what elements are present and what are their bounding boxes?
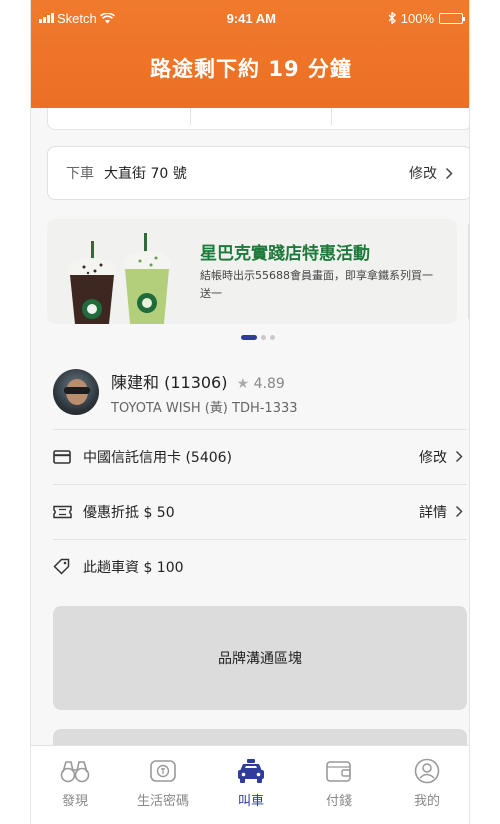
tab-profile-label: 我的 (413, 794, 440, 809)
edit-payment-label: 修改 (419, 449, 447, 466)
tab-profile[interactable]: 我的 (383, 746, 469, 824)
coupon-row[interactable]: 優惠折抵 $ 50 詳情 (53, 484, 467, 538)
app-header: Sketch 9:41 AM 100% 路途剩下約 19 分鐘 (31, 0, 469, 108)
destination-label: 下車 (66, 166, 94, 182)
ticket-icon (150, 760, 176, 782)
wifi-icon (99, 12, 115, 23)
edit-payment-button[interactable]: 修改 (419, 447, 463, 467)
credit-card-icon (53, 449, 71, 464)
status-time: 9:41 AM (226, 10, 276, 26)
destination-card[interactable]: 下車 大直街 70 號 修改 (47, 146, 469, 200)
chevron-right-icon (455, 505, 463, 518)
promo-banner[interactable]: 星巴克實踐店特惠活動 結帳時出示55688會員畫面，即享拿鐵系列買一送一 (47, 219, 457, 324)
coupon-details-label: 詳情 (419, 504, 447, 521)
tab-bar: 發現 生活密碼 叫車 付錢 我的 (31, 745, 469, 824)
driver-avatar (53, 369, 99, 415)
destination-address: 大直街 70 號 (104, 166, 187, 182)
edit-destination-button[interactable]: 修改 (409, 163, 453, 183)
tab-life-code[interactable]: 生活密碼 (119, 746, 207, 824)
tab-call-car[interactable]: 叫車 (207, 746, 295, 824)
tab-call-car-label: 叫車 (237, 794, 264, 809)
battery-icon (439, 12, 465, 24)
wallet-icon (326, 761, 351, 782)
promo-title: 星巴克實踐店特惠活動 (200, 244, 370, 264)
page-title: 路途剩下約 19 分鐘 (150, 57, 352, 81)
brand-block-label: 品牌溝通區塊 (218, 651, 302, 667)
tab-pay-label: 付錢 (325, 794, 352, 809)
carousel-dot-active (241, 335, 257, 340)
carousel-dot (261, 335, 266, 340)
fare-label: 此趟車資 $ 100 (83, 559, 184, 576)
status-bar: Sketch 9:41 AM 100% (31, 0, 469, 36)
chevron-right-icon (445, 167, 453, 179)
fare-row: 此趟車資 $ 100 (53, 539, 467, 593)
payment-method-row[interactable]: 中國信託信用卡 (5406) 修改 (53, 429, 467, 483)
starbucks-drinks-image (68, 233, 171, 324)
signal-icon (39, 13, 54, 23)
next-promo-card[interactable] (468, 219, 469, 324)
profile-icon (414, 758, 440, 784)
taxi-icon (238, 759, 264, 783)
edit-destination-label: 修改 (409, 166, 437, 182)
tab-pay[interactable]: 付錢 (295, 746, 383, 824)
tab-discover-label: 發現 (61, 794, 88, 809)
driver-info: 陳建和 (11306) ★ 4.89 TOYOTA WISH (黃) TDH-1… (53, 365, 453, 423)
chevron-right-icon (455, 450, 463, 463)
coupon-details-button[interactable]: 詳情 (419, 502, 463, 522)
tab-discover[interactable]: 發現 (31, 746, 119, 824)
carousel-dot (270, 335, 275, 340)
carrier-name: Sketch (57, 10, 97, 26)
coupon-label: 優惠折抵 $ 50 (83, 504, 175, 521)
bluetooth-icon (388, 12, 396, 24)
payment-card-label: 中國信託信用卡 (5406) (83, 449, 233, 466)
carousel-indicator (241, 335, 275, 340)
brand-communication-block: 品牌溝通區塊 (53, 606, 467, 710)
driver-rating: 4.89 (253, 376, 285, 392)
star-icon: ★ (236, 376, 250, 392)
tab-life-code-label: 生活密碼 (136, 794, 189, 809)
promo-description: 結帳時出示55688會員畫面，即享拿鐵系列買一送一 (200, 269, 433, 300)
driver-name: 陳建和 (11306) (111, 373, 228, 392)
price-tag-icon (53, 558, 70, 575)
binoculars-icon (60, 761, 90, 783)
driver-car: TOYOTA WISH (黃) TDH-1333 (111, 401, 298, 416)
app-screen: Sketch 9:41 AM 100% 路途剩下約 19 分鐘 下車 大直街 7… (30, 0, 470, 824)
battery-percent: 100% (400, 10, 434, 26)
ticket-icon (53, 505, 72, 518)
